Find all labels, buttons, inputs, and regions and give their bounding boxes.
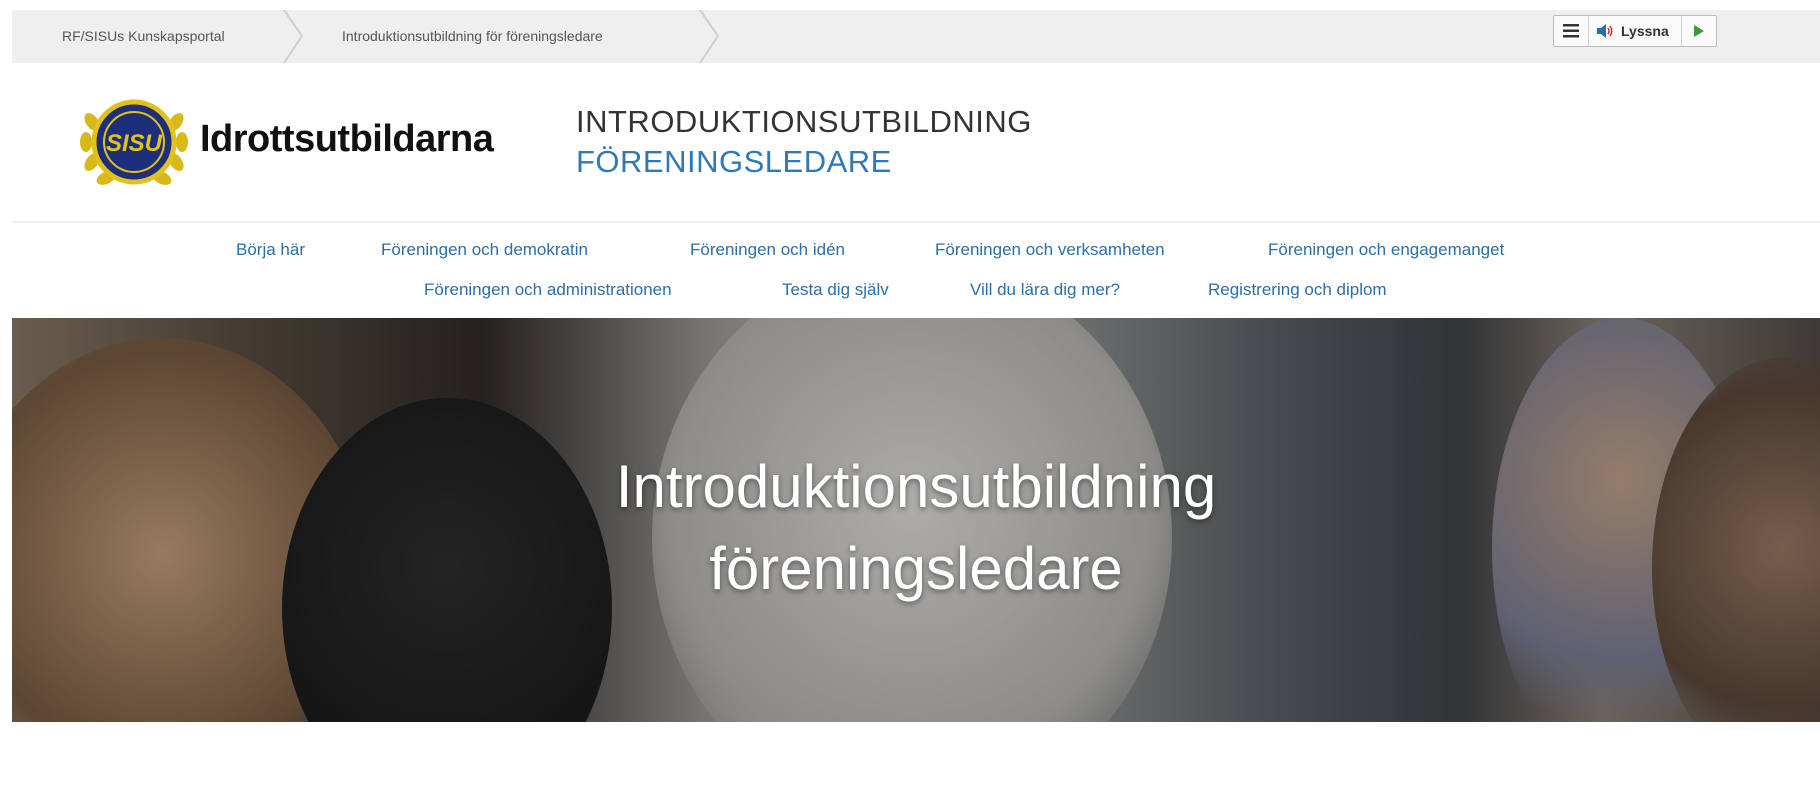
play-icon — [1693, 25, 1704, 37]
nav-foreningen-och-iden[interactable]: Föreningen och idén — [690, 240, 845, 260]
nav-foreningen-och-engagemanget[interactable]: Föreningen och engagemanget — [1268, 240, 1504, 260]
hero-title-line2: föreningsledare — [709, 535, 1123, 602]
sisu-logo[interactable]: SISU — [80, 92, 188, 192]
nav-vill-du-lara-dig-mer[interactable]: Vill du lära dig mer? — [970, 280, 1120, 300]
nav-foreningen-och-administrationen[interactable]: Föreningen och administrationen — [424, 280, 672, 300]
menu-icon — [1563, 24, 1579, 38]
play-button[interactable] — [1682, 16, 1716, 46]
breadcrumb-separator-icon — [699, 10, 720, 63]
nav-borja-har[interactable]: Börja här — [236, 240, 305, 260]
header-divider — [12, 221, 1820, 223]
course-title-line1: INTRODUKTIONSUTBILDNING — [576, 104, 1032, 139]
brand-name[interactable]: Idrottsutbildarna — [200, 118, 494, 161]
logo-text: SISU — [106, 130, 163, 157]
speaker-icon — [1597, 24, 1613, 38]
hero-title: Introduktionsutbildning föreningsledare — [12, 446, 1820, 610]
nav-foreningen-och-demokratin[interactable]: Föreningen och demokratin — [381, 240, 588, 260]
breadcrumb-separator-icon — [283, 10, 304, 63]
listen-button[interactable]: Lyssna — [1589, 16, 1682, 46]
hero-banner: Introduktionsutbildning föreningsledare — [12, 318, 1820, 722]
nav-foreningen-och-verksamheten[interactable]: Föreningen och verksamheten — [935, 240, 1165, 260]
readspeaker-widget: Lyssna — [1553, 15, 1717, 47]
listen-label: Lyssna — [1621, 23, 1669, 39]
top-bar: RF/SISUs Kunskapsportal Introduktionsutb… — [12, 10, 1820, 63]
hero-title-line1: Introduktionsutbildning — [615, 453, 1217, 520]
breadcrumb-home-link[interactable]: RF/SISUs Kunskapsportal — [62, 10, 225, 63]
breadcrumb-current: Introduktionsutbildning för föreningsled… — [342, 28, 603, 44]
readspeaker-menu-button[interactable] — [1554, 16, 1589, 46]
course-title-line2: FÖRENINGSLEDARE — [576, 144, 892, 179]
nav-testa-dig-sjalv[interactable]: Testa dig själv — [782, 280, 889, 300]
nav-registrering-och-diplom[interactable]: Registrering och diplom — [1208, 280, 1387, 300]
